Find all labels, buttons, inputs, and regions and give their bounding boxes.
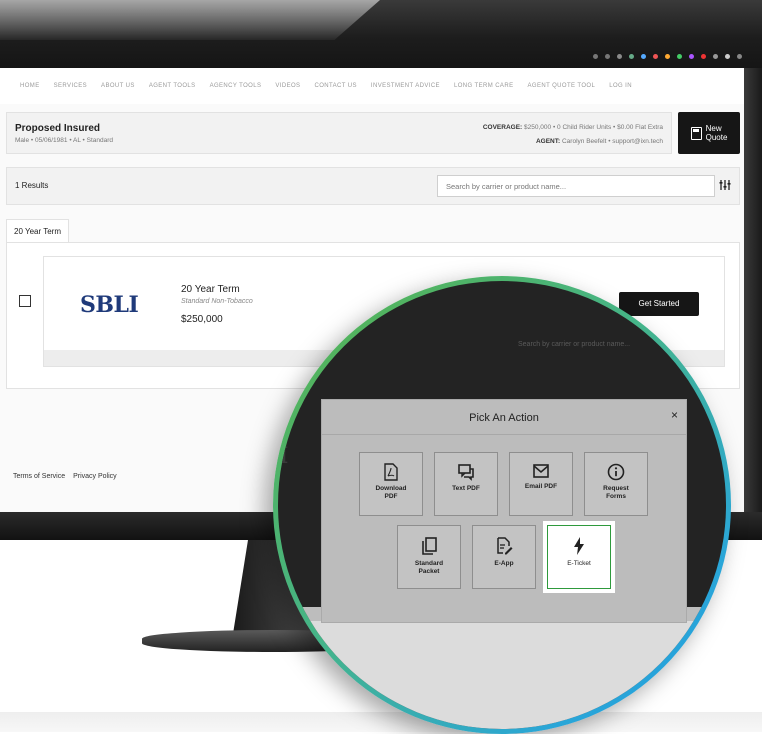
calculator-icon bbox=[690, 126, 702, 140]
insured-title: Proposed Insured bbox=[15, 123, 101, 134]
privacy-policy-link[interactable]: Privacy Policy bbox=[73, 473, 117, 480]
request-forms-label-line2: Forms bbox=[606, 492, 626, 500]
request-forms-label-line1: Request bbox=[603, 485, 629, 492]
standard-packet-label: Standard Packet bbox=[398, 560, 460, 575]
insured-details: Male • 05/06/1981 • AL • Standard bbox=[15, 137, 114, 144]
new-quote-label-line1: New bbox=[705, 124, 722, 133]
modal-title: Pick An Action bbox=[469, 412, 539, 424]
standard-packet-label-line1: Standard bbox=[414, 560, 444, 567]
magnifier-ring: Search by carrier or product name... I P… bbox=[273, 276, 731, 734]
product-rate-class: Standard Non-Tobacco bbox=[181, 298, 253, 305]
lightning-icon bbox=[548, 536, 610, 556]
modal-divider bbox=[322, 434, 686, 435]
email-pdf-button[interactable]: Email PDF bbox=[509, 452, 573, 516]
nav-item-agent-quote-tool[interactable]: AGENT QUOTE TOOL bbox=[527, 83, 595, 89]
nav-item-agency-tools[interactable]: AGENCY TOOLS bbox=[210, 83, 262, 89]
get-started-button[interactable]: Get Started bbox=[619, 292, 699, 316]
new-quote-label: New Quote bbox=[706, 124, 728, 142]
nav-item-investment-advice[interactable]: INVESTMENT ADVICE bbox=[371, 83, 440, 89]
agent-value: Carolyn Beefelt • support@ixn.tech bbox=[561, 138, 663, 145]
request-forms-label: Request Forms bbox=[585, 485, 647, 500]
info-icon bbox=[585, 463, 647, 481]
nav-item-videos[interactable]: VIDEOS bbox=[275, 83, 300, 89]
nav-item-long-term-care[interactable]: LONG TERM CARE bbox=[454, 83, 514, 89]
product-name: 20 Year Term bbox=[181, 284, 240, 295]
agent-summary: AGENT: Carolyn Beefelt • support@ixn.tec… bbox=[536, 138, 663, 145]
terms-of-service-link[interactable]: Terms of Service bbox=[13, 473, 65, 480]
product-amount: $250,000 bbox=[181, 314, 223, 325]
nav-item-contact-us[interactable]: CONTACT US bbox=[314, 83, 356, 89]
copy-documents-icon bbox=[398, 536, 460, 556]
new-quote-button[interactable]: New Quote bbox=[678, 112, 740, 154]
pick-action-modal: Pick An Action × Download PDF Text PDF E… bbox=[322, 400, 686, 622]
standard-packet-button[interactable]: Standard Packet bbox=[397, 525, 461, 589]
e-app-label: E-App bbox=[494, 560, 514, 567]
monitor-right-bezel bbox=[744, 68, 762, 538]
nav-item-log-in[interactable]: LOG IN bbox=[609, 83, 632, 89]
proposed-insured-card: Proposed Insured Male • 05/06/1981 • AL … bbox=[6, 112, 672, 154]
nav-item-about-us[interactable]: ABOUT US bbox=[101, 83, 135, 89]
request-forms-button[interactable]: Request Forms bbox=[584, 452, 648, 516]
nav-item-services[interactable]: SERVICES bbox=[54, 83, 87, 89]
results-count: 1 Results bbox=[15, 181, 49, 190]
magnified-search-text: Search by carrier or product name... bbox=[518, 341, 631, 348]
text-pdf-label: Text PDF bbox=[452, 485, 480, 492]
top-navigation: HOME SERVICES ABOUT US AGENT TOOLS AGENC… bbox=[0, 68, 744, 104]
coverage-summary: COVERAGE: $250,000 • 0 Child Rider Units… bbox=[483, 124, 663, 131]
download-pdf-label-line1: Download bbox=[375, 485, 407, 492]
coverage-label: COVERAGE: bbox=[482, 124, 523, 131]
agent-label: AGENT: bbox=[535, 138, 561, 145]
tab-20-year-term[interactable]: 20 Year Term bbox=[6, 219, 69, 242]
email-pdf-label: Email PDF bbox=[524, 483, 558, 490]
e-ticket-label: E-Ticket bbox=[567, 560, 591, 567]
download-pdf-label: Download PDF bbox=[360, 485, 422, 500]
footer-links: Terms of Service Privacy Policy bbox=[13, 473, 123, 480]
envelope-icon bbox=[510, 463, 572, 479]
document-edit-icon bbox=[473, 536, 535, 556]
download-pdf-button[interactable]: Download PDF bbox=[359, 452, 423, 516]
magnifier-lens: Search by carrier or product name... I P… bbox=[278, 281, 726, 729]
screen-glare bbox=[0, 0, 380, 40]
text-pdf-button[interactable]: Text PDF bbox=[434, 452, 498, 516]
coverage-value: $250,000 • 0 Child Rider Units • $0.00 F… bbox=[524, 124, 663, 131]
download-pdf-label-line2: PDF bbox=[384, 492, 398, 500]
new-quote-label-line2: Quote bbox=[705, 133, 728, 142]
magnified-logo-fragment: I bbox=[278, 443, 289, 469]
e-ticket-button[interactable]: E-Ticket bbox=[547, 525, 611, 589]
taskbar-tray bbox=[593, 54, 742, 59]
nav-item-home[interactable]: HOME bbox=[20, 83, 40, 89]
e-app-button[interactable]: E-App bbox=[472, 525, 536, 589]
magnified-desk bbox=[278, 621, 726, 729]
search-input[interactable]: Search by carrier or product name... bbox=[437, 175, 715, 197]
carrier-logo: SBLI bbox=[80, 292, 139, 318]
close-icon[interactable]: × bbox=[671, 408, 678, 422]
standard-packet-label-line2: Packet bbox=[418, 567, 440, 575]
nav-item-agent-tools[interactable]: AGENT TOOLS bbox=[149, 83, 196, 89]
product-select-checkbox[interactable] bbox=[19, 295, 31, 307]
chat-icon bbox=[435, 463, 497, 481]
magnified-dots bbox=[650, 721, 685, 724]
results-bar: 1 Results Search by carrier or product n… bbox=[6, 167, 740, 205]
pdf-file-icon bbox=[360, 463, 422, 481]
sliders-icon[interactable] bbox=[719, 179, 731, 194]
monitor-top-bezel bbox=[0, 0, 762, 68]
